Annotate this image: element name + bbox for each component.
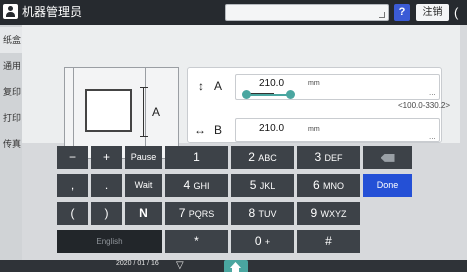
home-button[interactable] [224,260,248,272]
app-title: 机器管理员 [22,5,83,19]
field-b-unit: mm [308,126,320,133]
date-display: 2020 / 01 / 16 [116,260,159,267]
field-a-label: A [214,79,223,93]
numeric-keypad: − + Pause 1 2 ABC 3 DEF , . Wait 4 GHI 5… [57,143,412,261]
range-slider-handle-max[interactable] [286,90,295,99]
digit-1-key[interactable]: 1 [165,146,228,169]
comma-key[interactable]: , [57,174,88,197]
field-a-value: 210.0 [259,78,285,89]
field-b-label: B [214,123,223,137]
sidebar-item-copy[interactable]: 复印 [0,79,22,105]
sidebar: 纸盒 通用 复印 打印 传真 [0,25,22,260]
wait-key[interactable]: Wait [125,174,162,197]
status-bar: 2020 / 01 / 16 ▽ [0,260,467,272]
field-a-range: <100.0-330.2> [398,101,451,110]
field-a-unit: mm [308,80,320,87]
digit-6-key[interactable]: 6 MNO [297,174,360,197]
digit-0-key[interactable]: 0 + [231,230,294,253]
n-key[interactable]: N [125,202,162,225]
title-field[interactable] [225,4,389,21]
chevron-down-icon[interactable]: ▽ [176,261,184,271]
digit-4-key[interactable]: 4 GHI [165,174,228,197]
top-bar: 机器管理员 ? 注销 ( [0,0,467,25]
vertical-arrows-icon: ↕ [198,79,204,93]
pause-key[interactable]: Pause [125,146,162,169]
digit-9-key[interactable]: 9 WXYZ [297,202,360,225]
range-slider-handle-min[interactable] [242,90,251,99]
logout-button[interactable]: 注销 [416,4,449,21]
sidebar-item-print[interactable]: 打印 [0,105,22,131]
english-key[interactable]: English [57,230,162,253]
digit-8-key[interactable]: 8 TUV [231,202,294,225]
digit-3-key[interactable]: 3 DEF [297,146,360,169]
help-button[interactable]: ? [394,4,410,21]
field-b-more-icon[interactable]: ... [429,133,436,141]
minus-key[interactable]: − [57,146,88,169]
sidebar-item-fax[interactable]: 传真 [0,131,22,157]
period-key[interactable]: . [91,174,122,197]
range-slider-track [248,94,290,96]
field-a-more-icon[interactable]: ... [429,89,436,97]
digit-2-key[interactable]: 2 ABC [231,146,294,169]
field-b-input[interactable]: 210.0 mm ... [235,118,440,142]
close-paren-key[interactable]: ) [91,202,122,225]
diagram-dimension-label: A [152,105,161,119]
digit-5-key[interactable]: 5 JKL [231,174,294,197]
edge-icon: ( [454,5,459,20]
digit-7-key[interactable]: 7 PQRS [165,202,228,225]
sidebar-item-general[interactable]: 通用 [0,53,22,79]
field-a-input[interactable]: 210.0 mm ... [235,74,440,100]
sidebar-item-tray[interactable]: 纸盒 [0,27,22,53]
backspace-icon [380,153,395,162]
open-paren-key[interactable]: ( [57,202,88,225]
paper-sheet-diagram [85,89,132,132]
field-b-value: 210.0 [259,123,285,134]
done-button[interactable]: Done [363,174,412,197]
paper-size-panel: A ↕ A 210.0 mm ... ↔ B 210.0 mm ... <100… [22,25,460,160]
machine-admin-screen: 机器管理员 ? 注销 ( 纸盒 通用 复印 打印 传真 A ↕ A 210.0 [0,0,467,272]
horizontal-arrows-icon: ↔ [194,123,206,137]
hash-key[interactable]: # [297,230,360,253]
backspace-key[interactable] [363,146,412,169]
plus-key[interactable]: + [91,146,122,169]
user-icon [3,4,18,19]
asterisk-key[interactable]: * [165,230,228,253]
